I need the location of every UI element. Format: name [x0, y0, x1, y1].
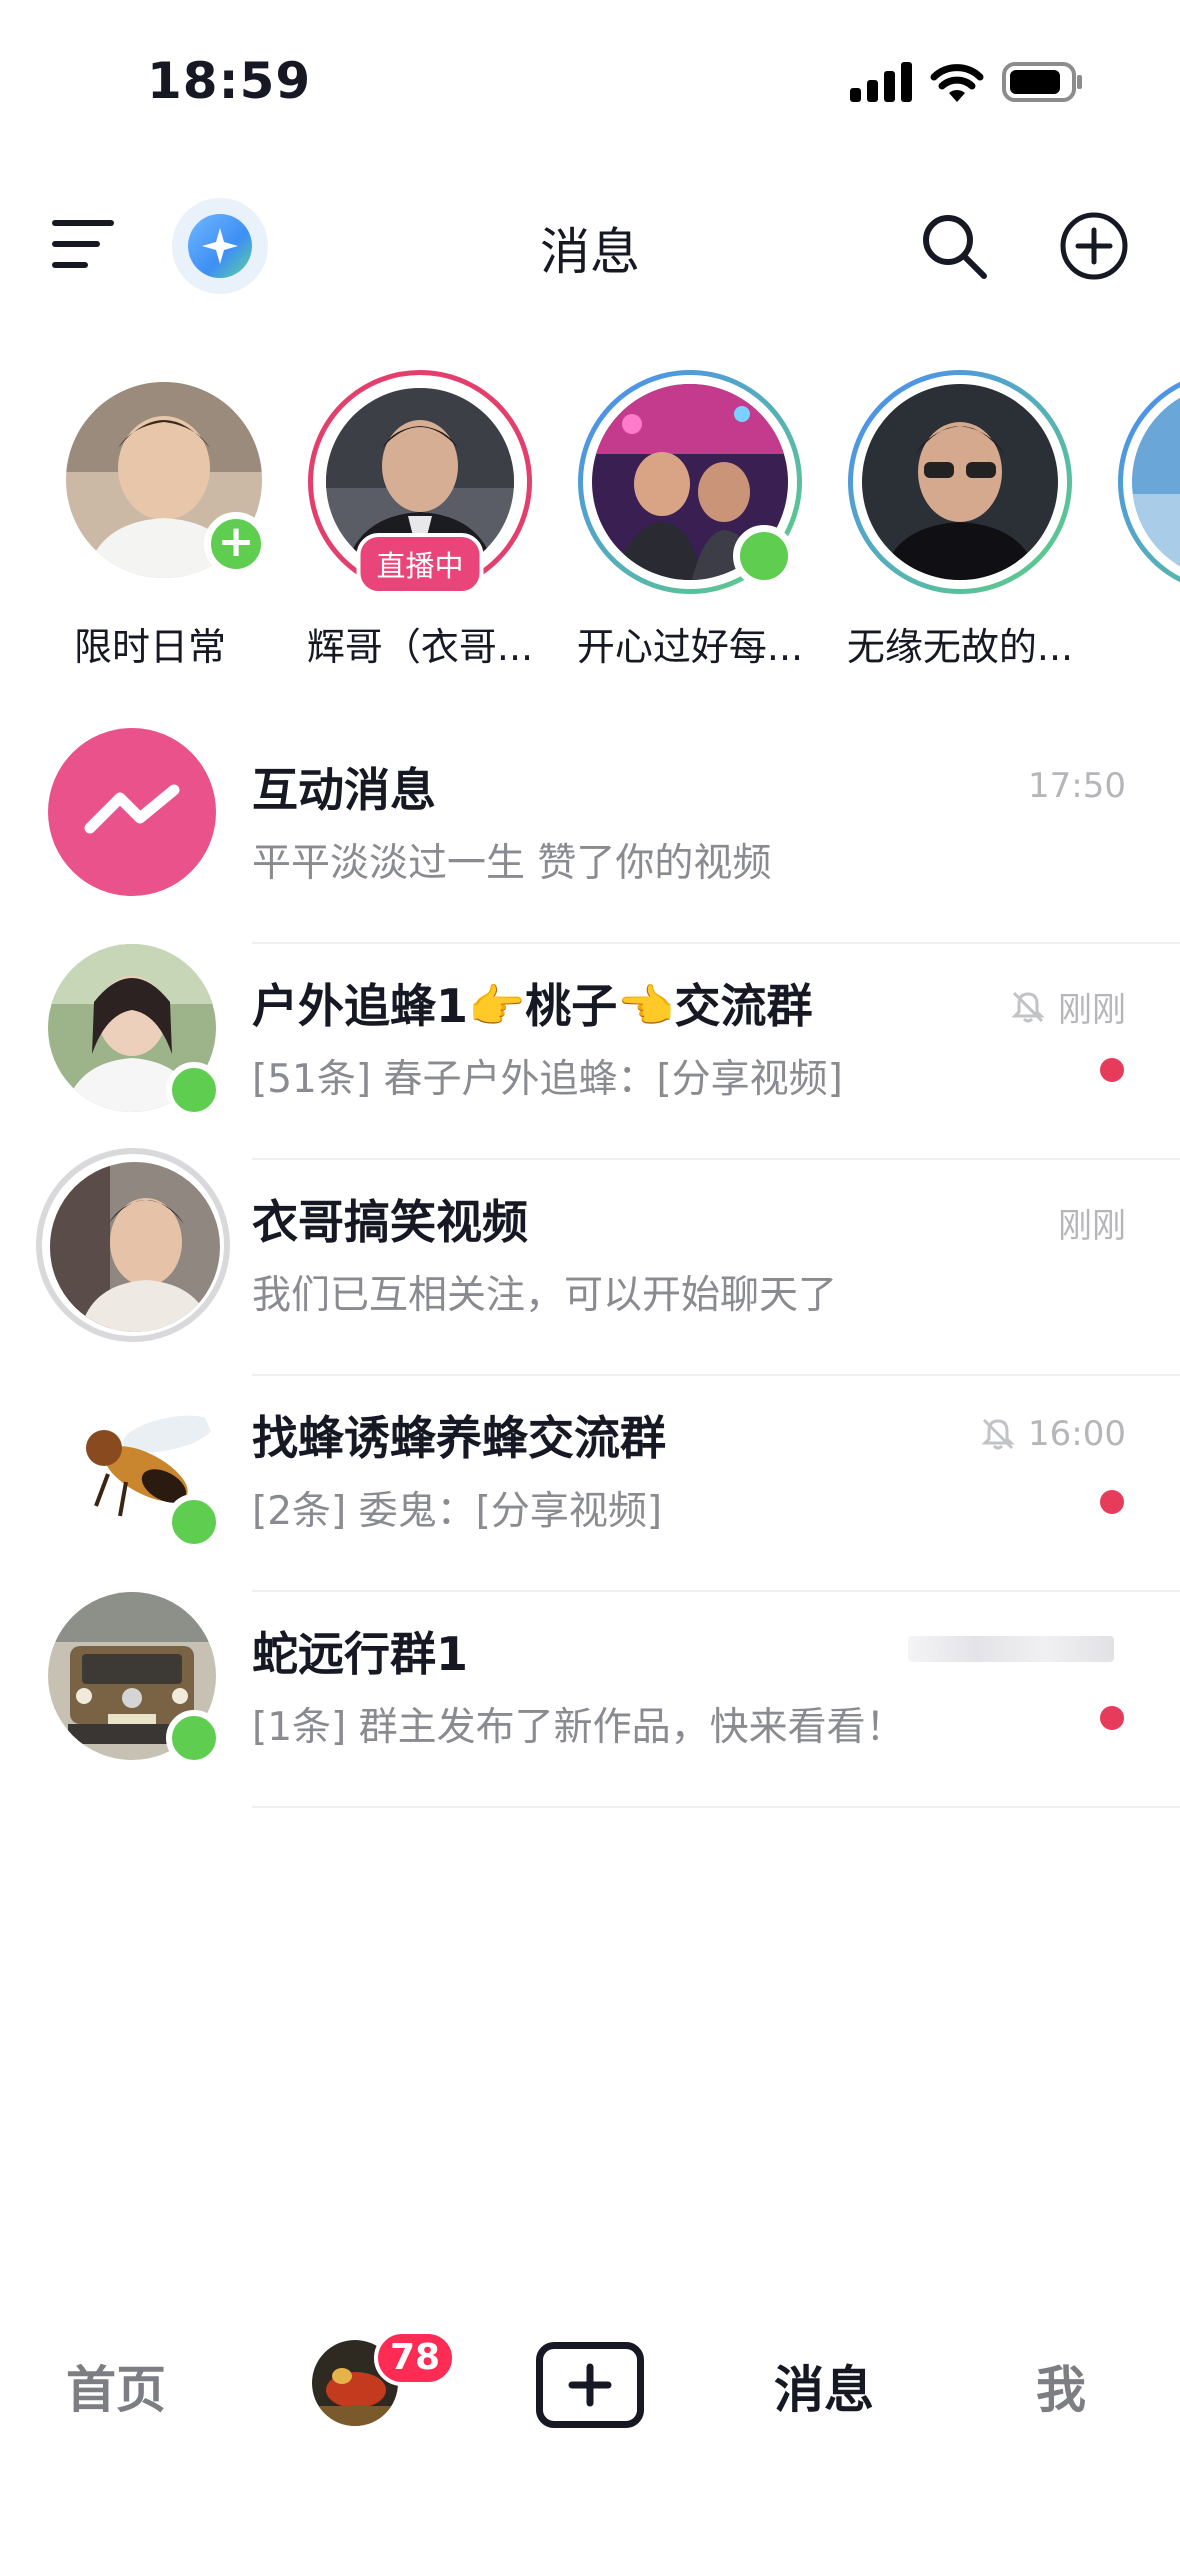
message-title: 蛇远行群1	[252, 1627, 469, 1681]
muted-bell-icon	[981, 1418, 1015, 1450]
story-item[interactable]: + 限时日常	[30, 370, 270, 670]
muted-bell-icon	[1011, 991, 1045, 1022]
story-avatar-ring	[1118, 370, 1180, 594]
story-item[interactable]: 开心过好每...	[570, 370, 810, 670]
page-title: 消息	[540, 223, 640, 281]
divider	[252, 1806, 1180, 1808]
interaction-icon	[48, 728, 216, 896]
add-story-icon[interactable]: +	[204, 512, 268, 576]
avatar	[36, 1148, 230, 1342]
story-name: 限时日常	[73, 625, 226, 669]
list-item[interactable]: 互动消息 平平淡淡过一生 赞了你的视频 17:50	[0, 728, 1180, 944]
blurred-time	[908, 1636, 1114, 1662]
story-item[interactable]	[1110, 370, 1180, 594]
story-avatar-ring: +	[38, 370, 268, 594]
message-time: 17:50	[1028, 766, 1126, 806]
unread-dot	[1100, 1706, 1124, 1730]
message-preview: [2条] 委鬼：[分享视频]	[252, 1489, 663, 1534]
status-time: 18:59	[147, 52, 312, 110]
message-preview: [1条] 群主发布了新作品，快来看看！	[252, 1705, 905, 1750]
online-status-dot	[166, 1494, 222, 1550]
list-item[interactable]: 蛇远行群1 [1条] 群主发布了新作品，快来看看！	[0, 1592, 1180, 1808]
message-title: 互动消息	[252, 763, 436, 817]
story-name: 辉哥（衣哥...	[306, 625, 534, 669]
stories-row: + 限时日常 直播中 辉哥（衣哥... 开心过好每... 无缘无故的...	[0, 370, 1180, 670]
message-time: 16:00	[980, 1414, 1126, 1454]
online-status-dot	[733, 525, 795, 587]
cellular-signal-icon	[850, 62, 912, 102]
nav-messages[interactable]: 消息	[774, 2350, 874, 2422]
avatar	[862, 384, 1058, 580]
avatar	[1132, 384, 1180, 580]
live-status-badge: 直播中	[356, 533, 484, 595]
messages-screen: 18:59 消息 + 限时日常 直播中 辉哥（衣哥... 开心过好每... 无缘…	[0, 0, 1180, 2556]
notification-badge: 78	[374, 2330, 457, 2386]
wifi-icon	[930, 64, 984, 102]
message-preview: 平平淡淡过一生 赞了你的视频	[252, 841, 772, 886]
story-name: 开心过好每...	[576, 625, 804, 669]
plus-icon	[568, 2363, 612, 2407]
message-preview: [51条] 春子户外追蜂：[分享视频]	[252, 1057, 843, 1102]
header: 消息	[0, 190, 1180, 300]
list-item[interactable]: 衣哥搞笑视频 我们已互相关注，可以开始聊天了 刚刚	[0, 1148, 1180, 1376]
unread-dot	[1100, 1058, 1124, 1082]
status-icons	[850, 62, 1084, 102]
message-time	[908, 1630, 1126, 1662]
message-title: 找蜂诱蜂养蜂交流群	[252, 1411, 666, 1465]
message-preview: 我们已互相关注，可以开始聊天了	[252, 1273, 838, 1318]
message-title: 衣哥搞笑视频	[252, 1195, 528, 1249]
create-button[interactable]	[536, 2342, 644, 2428]
story-item[interactable]: 无缘无故的...	[840, 370, 1080, 670]
message-title: 户外追蜂1👉桃子👈交流群	[252, 979, 813, 1033]
message-time: 刚刚	[1058, 1206, 1126, 1246]
message-time: 刚刚	[1010, 982, 1126, 1031]
nav-home[interactable]: 首页	[66, 2350, 166, 2422]
battery-icon	[1002, 62, 1082, 102]
online-status-dot	[166, 1062, 222, 1118]
search-icon[interactable]	[918, 210, 990, 282]
story-avatar-ring: 直播中	[308, 370, 532, 595]
nav-me[interactable]: 我	[1036, 2350, 1086, 2422]
unread-dot	[1100, 1490, 1124, 1514]
story-avatar-ring	[848, 370, 1072, 594]
bottom-nav: 首页 78 消息 我	[0, 2320, 1180, 2450]
message-list: 互动消息 平平淡淡过一生 赞了你的视频 17:50 户外追蜂1👉桃子👈交流群 […	[0, 728, 1180, 1808]
story-name: 无缘无故的...	[846, 625, 1074, 669]
list-item[interactable]: 找蜂诱蜂养蜂交流群 [2条] 委鬼：[分享视频] 16:00	[0, 1376, 1180, 1592]
online-status-dot	[166, 1710, 222, 1766]
story-avatar-ring	[578, 370, 802, 594]
story-item[interactable]: 直播中 辉哥（衣哥...	[300, 370, 540, 670]
list-item[interactable]: 户外追蜂1👉桃子👈交流群 [51条] 春子户外追蜂：[分享视频] 刚刚	[0, 944, 1180, 1160]
add-circle-icon[interactable]	[1058, 210, 1130, 282]
status-bar: 18:59	[0, 0, 1180, 150]
